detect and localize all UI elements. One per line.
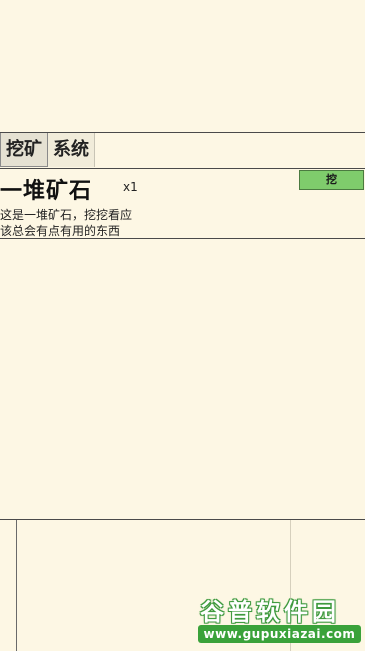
watermark-title: 谷普软件园 xyxy=(200,598,340,626)
watermark-url: www.gupuxiazai.com xyxy=(198,625,361,643)
item-count: x1 xyxy=(123,180,138,194)
tab-divider xyxy=(0,168,365,169)
dig-button[interactable]: 挖 xyxy=(299,170,364,190)
item-divider xyxy=(0,238,365,239)
watermark-logo: 谷普软件园 www.gupuxiazai.com xyxy=(198,592,363,648)
tab-bar: 挖矿 系统 xyxy=(0,133,95,168)
item-title: 一堆矿石 xyxy=(0,179,93,204)
tab-system[interactable]: 系统 xyxy=(48,133,95,167)
item-description-line-1: 这是一堆矿石，挖挖看应 xyxy=(0,208,133,222)
item-description-line-2: 该总会有点有用的东西 xyxy=(0,224,121,238)
bottom-panel-left-divider xyxy=(16,520,17,651)
tab-mining[interactable]: 挖矿 xyxy=(0,133,48,167)
